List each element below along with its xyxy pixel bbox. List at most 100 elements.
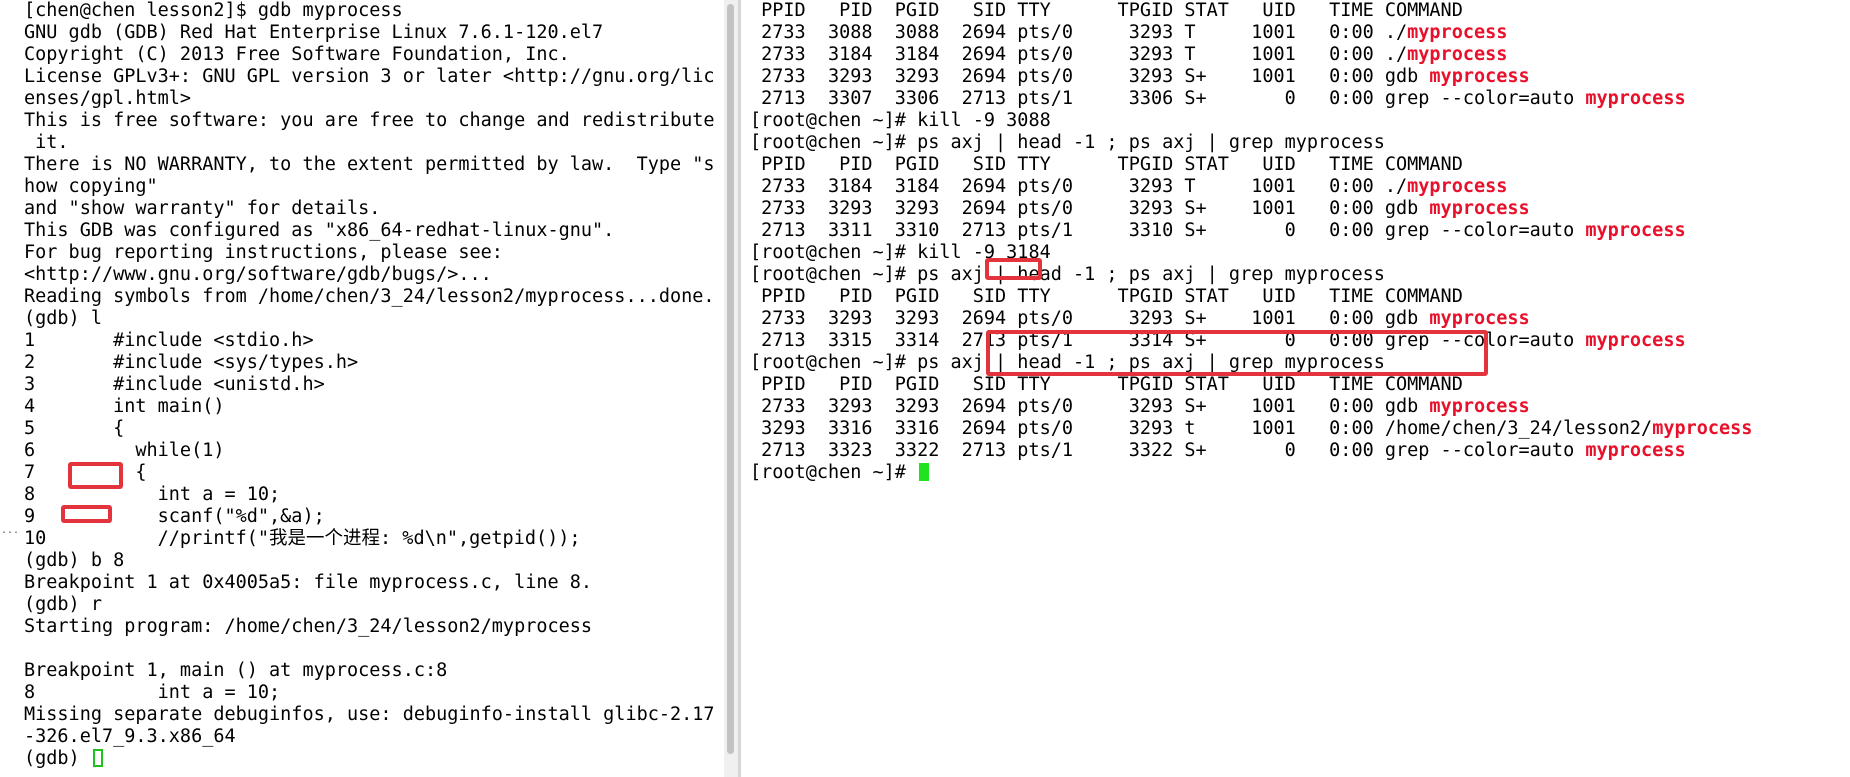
terminal-text: 2733 3293 3293 2694 pts/0 3293 S+ 1001 0… [750,198,1430,219]
terminal-text: 2713 3307 3306 2713 pts/1 3306 S+ 0 0:00… [750,88,1586,109]
terminal-line: Starting program: /home/chen/3_24/lesson… [24,616,593,637]
grep-match-highlight: myprocess [1429,396,1530,417]
grep-match-highlight: myprocess [1652,418,1753,439]
terminal-text: [root@chen ~]# ps axj | head -1 ; ps axj… [750,264,1385,285]
terminal-line: it. [24,132,69,153]
grep-match-highlight: myprocess [1429,198,1530,219]
ellipsis-icon: ... [1,525,20,536]
annotation-box-run-command [61,505,112,523]
terminal-line: 10 //printf("我是一个进程: %d\n",getpid()); [24,528,581,549]
terminal-text: PPID PID PGID SID TTY TPGID STAT UID TIM… [750,154,1463,175]
terminal-line: [root@chen ~]# kill -9 3088 [750,110,1752,132]
terminal-line: 2733 3293 3293 2694 pts/0 3293 S+ 1001 0… [750,396,1752,418]
terminal-line: Copyright (C) 2013 Free Software Foundat… [24,44,570,65]
terminal-text: PPID PID PGID SID TTY TPGID STAT UID TIM… [750,286,1463,307]
terminal-line: 2713 3307 3306 2713 pts/1 3306 S+ 0 0:00… [750,88,1752,110]
terminal-line: 2733 3293 3293 2694 pts/0 3293 S+ 1001 0… [750,66,1752,88]
left-terminal-scrollbar[interactable] [724,0,738,777]
grep-match-highlight: myprocess [1585,220,1686,241]
scrollbar-thumb[interactable] [727,4,734,754]
terminal-line: enses/gpl.html> [24,88,192,109]
shell-terminal-output[interactable]: PPID PID PGID SID TTY TPGID STAT UID TIM… [750,0,1752,484]
terminal-line: 2733 3184 3184 2694 pts/0 3293 T 1001 0:… [750,176,1752,198]
terminal-text: 2733 3088 3088 2694 pts/0 3293 T 1001 0:… [750,22,1408,43]
terminal-text: [root@chen ~]# ps axj | head -1 ; ps axj… [750,132,1385,153]
terminal-line: Breakpoint 1 at 0x4005a5: file myprocess… [24,572,593,593]
terminal-prompt-line[interactable]: (gdb) [24,748,715,770]
left-terminal-pane[interactable]: [chen@chen lesson2]$ gdb myprocess GNU gd… [0,0,740,777]
terminal-line: [root@chen ~]# ps axj | head -1 ; ps axj… [750,264,1752,286]
terminal-line: [chen@chen lesson2]$ gdb myprocess [24,0,403,21]
right-terminal-pane[interactable]: PPID PID PGID SID TTY TPGID STAT UID TIM… [741,0,1850,777]
gdb-terminal-output[interactable]: [chen@chen lesson2]$ gdb myprocess GNU gd… [24,0,715,770]
terminal-text: 2733 3184 3184 2694 pts/0 3293 T 1001 0:… [750,44,1408,65]
terminal-text: [root@chen ~]# kill -9 3088 [750,110,1051,131]
terminal-line: 9 scanf("%d",&a); [24,506,325,527]
terminal-line: [root@chen ~]# kill -9 3184 [750,242,1752,264]
terminal-line: PPID PID PGID SID TTY TPGID STAT UID TIM… [750,0,1752,22]
annotation-box-process-rows [986,330,1488,376]
terminal-line: 2713 3323 3322 2713 pts/1 3322 S+ 0 0:00… [750,440,1752,462]
grep-match-highlight: myprocess [1429,66,1530,87]
grep-match-highlight: myprocess [1585,330,1686,351]
terminal-line: 2733 3293 3293 2694 pts/0 3293 S+ 1001 0… [750,198,1752,220]
terminal-line: Missing separate debuginfos, use: debugi… [24,704,715,725]
grep-match-highlight: myprocess [1585,440,1686,461]
terminal-line: PPID PID PGID SID TTY TPGID STAT UID TIM… [750,154,1752,176]
terminal-line: and "show warranty" for details. [24,198,381,219]
terminal-line: 8 int a = 10; [24,484,281,505]
terminal-line: 5 { [24,418,125,439]
terminal-line: Reading symbols from /home/chen/3_24/les… [24,286,715,307]
terminal-text: 3293 3316 3316 2694 pts/0 3293 t 1001 0:… [750,418,1653,439]
terminal-line: 3 #include <unistd.h> [24,374,325,395]
grep-match-highlight: myprocess [1407,176,1508,197]
terminal-prompt-line[interactable]: [root@chen ~]# [750,462,1752,484]
edge-marker: ... [0,515,19,545]
terminal-cursor[interactable] [919,463,930,481]
terminal-prompt: (gdb) [24,748,91,769]
terminal-text: 2713 3323 3322 2713 pts/1 3322 S+ 0 0:00… [750,440,1586,461]
terminal-line: -326.el7_9.3.x86_64 [24,726,236,747]
terminal-line: There is NO WARRANTY, to the extent perm… [24,154,715,175]
terminal-line: PPID PID PGID SID TTY TPGID STAT UID TIM… [750,374,1752,396]
terminal-line: (gdb) b 8 [24,550,125,571]
terminal-line: 2733 3088 3088 2694 pts/0 3293 T 1001 0:… [750,22,1752,44]
terminal-text: PPID PID PGID SID TTY TPGID STAT UID TIM… [750,0,1463,21]
terminal-line: This is free software: you are free to c… [24,110,715,131]
terminal-line: how copying" [24,176,158,197]
terminal-line: 2713 3311 3310 2713 pts/1 3310 S+ 0 0:00… [750,220,1752,242]
terminal-line: (gdb) l [24,308,102,329]
terminal-text: 2733 3293 3293 2694 pts/0 3293 S+ 1001 0… [750,66,1430,87]
terminal-text: PPID PID PGID SID TTY TPGID STAT UID TIM… [750,374,1463,395]
terminal-line: PPID PID PGID SID TTY TPGID STAT UID TIM… [750,286,1752,308]
terminal-line: 2 #include <sys/types.h> [24,352,359,373]
terminal-line: <http://www.gnu.org/software/gdb/bugs/>.… [24,264,492,285]
terminal-line: [root@chen ~]# ps axj | head -1 ; ps axj… [750,132,1752,154]
terminal-text: 2733 3293 3293 2694 pts/0 3293 S+ 1001 0… [750,308,1430,329]
terminal-line: For bug reporting instructions, please s… [24,242,503,263]
terminal-line: GNU gdb (GDB) Red Hat Enterprise Linux 7… [24,22,604,43]
terminal-text: 2733 3184 3184 2694 pts/0 3293 T 1001 0:… [750,176,1408,197]
terminal-line: License GPLv3+: GNU GPL version 3 or lat… [24,66,715,87]
grep-match-highlight: myprocess [1407,22,1508,43]
annotation-box-stat-s-plus [985,258,1042,280]
grep-match-highlight: myprocess [1585,88,1686,109]
terminal-line: 2733 3293 3293 2694 pts/0 3293 S+ 1001 0… [750,308,1752,330]
terminal-line: 2733 3184 3184 2694 pts/0 3293 T 1001 0:… [750,44,1752,66]
terminal-line: 1 #include <stdio.h> [24,330,314,351]
terminal-text: 2713 3311 3310 2713 pts/1 3310 S+ 0 0:00… [750,220,1586,241]
terminal-text: 2733 3293 3293 2694 pts/0 3293 S+ 1001 0… [750,396,1430,417]
terminal-line: 7 { [24,462,147,483]
terminal-cursor[interactable] [92,749,103,767]
terminal-line: (gdb) r [24,594,102,615]
terminal-line: Breakpoint 1, main () at myprocess.c:8 [24,660,448,681]
terminal-line: 4 int main() [24,396,225,417]
terminal-line: 8 int a = 10; [24,682,281,703]
terminal-line: 3293 3316 3316 2694 pts/0 3293 t 1001 0:… [750,418,1752,440]
terminal-line: 6 while(1) [24,440,225,461]
terminal-prompt: [root@chen ~]# [750,462,918,483]
annotation-box-break-command [68,462,123,489]
grep-match-highlight: myprocess [1429,308,1530,329]
terminal-line: This GDB was configured as "x86_64-redha… [24,220,615,241]
